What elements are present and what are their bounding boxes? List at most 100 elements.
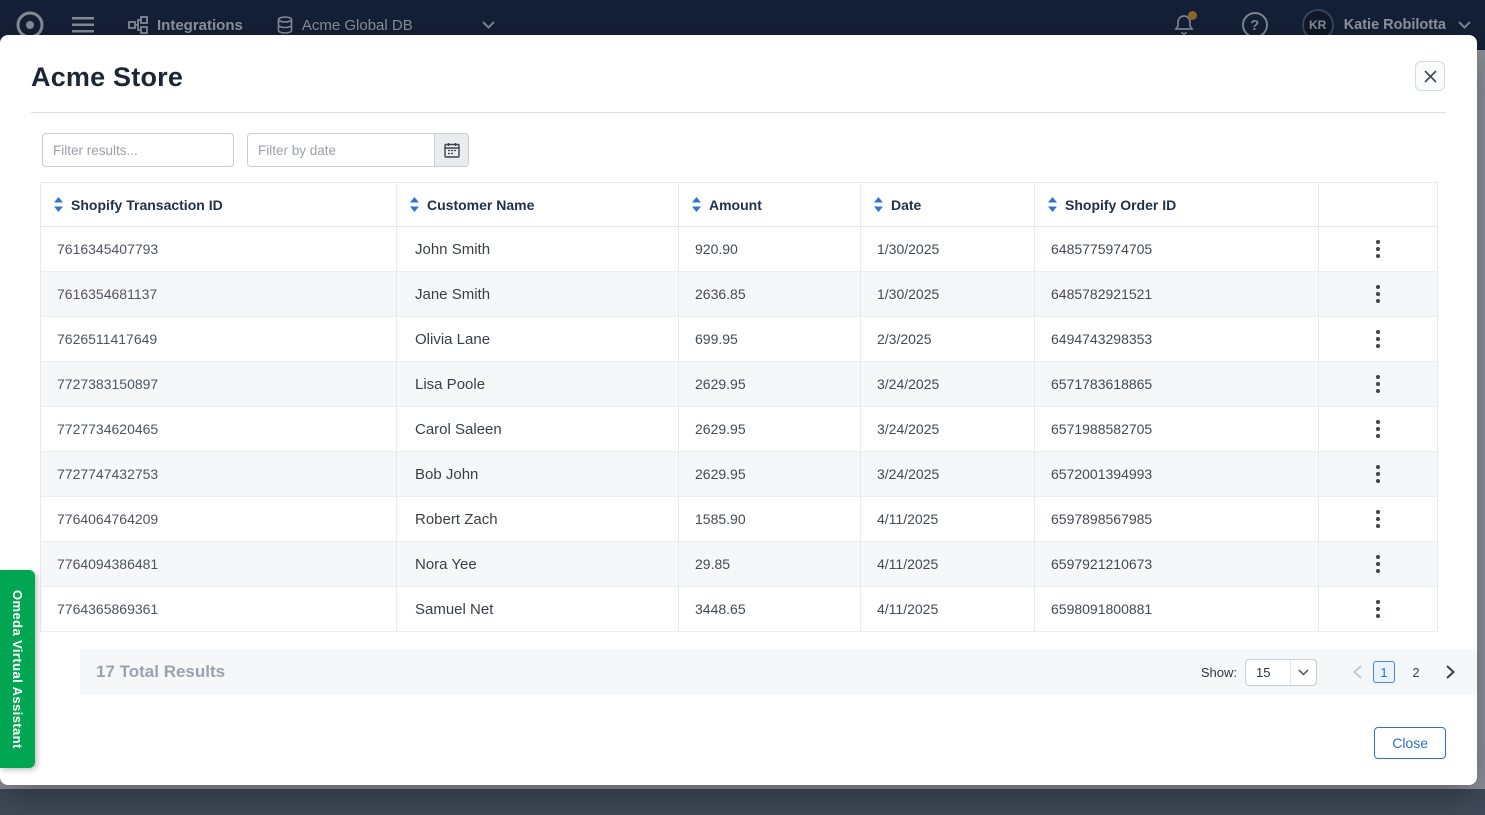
order-id-cell: 6494743298353: [1035, 317, 1319, 362]
table-footer: 17 Total Results Show: 15 1 2: [80, 649, 1477, 695]
kebab-icon: [1376, 606, 1380, 621]
column-label: Shopify Transaction ID: [71, 197, 223, 213]
column-header-date[interactable]: Date: [861, 183, 1035, 227]
date-cell: 2/3/2025: [861, 317, 1035, 362]
kebab-icon: [1376, 471, 1380, 486]
kebab-icon: [1376, 561, 1380, 576]
amount-cell: 2629.95: [679, 407, 861, 452]
modal-actions: Close: [0, 699, 1477, 785]
date-cell: 3/24/2025: [861, 452, 1035, 497]
row-menu-button[interactable]: [1366, 234, 1390, 264]
table-row: 7764094386481Nora Yee29.854/11/202565979…: [41, 542, 1438, 587]
calendar-icon: [444, 142, 460, 158]
order-id-cell: 6485775974705: [1035, 227, 1319, 272]
row-actions-cell: [1319, 587, 1438, 632]
kebab-icon: [1376, 381, 1380, 396]
date-cell: 4/11/2025: [861, 497, 1035, 542]
row-menu-button[interactable]: [1366, 504, 1390, 534]
row-menu-button[interactable]: [1366, 459, 1390, 489]
order-id-cell: 6598091800881: [1035, 587, 1319, 632]
sort-icon: [873, 197, 884, 212]
row-actions-cell: [1319, 407, 1438, 452]
amount-cell: 2629.95: [679, 362, 861, 407]
column-header-amount[interactable]: Amount: [679, 183, 861, 227]
date-cell: 3/24/2025: [861, 407, 1035, 452]
virtual-assistant-tab[interactable]: Omeda Virtual Assistant: [0, 570, 35, 768]
virtual-assistant-label: Omeda Virtual Assistant: [10, 590, 25, 749]
table-header-row: Shopify Transaction ID Customer Name Amo…: [41, 183, 1438, 227]
row-actions-cell: [1319, 452, 1438, 497]
kebab-icon: [1376, 516, 1380, 531]
customer-name-cell: Olivia Lane: [397, 317, 679, 362]
close-icon[interactable]: [1415, 61, 1445, 91]
table-row: 7727734620465Carol Saleen2629.953/24/202…: [41, 407, 1438, 452]
filter-by-date-input[interactable]: [248, 134, 434, 166]
calendar-button[interactable]: [434, 134, 468, 166]
date-cell: 1/30/2025: [861, 272, 1035, 317]
sort-icon: [53, 197, 64, 212]
header-divider: [31, 112, 1446, 113]
total-results: 17 Total Results: [96, 662, 225, 682]
show-label: Show:: [1201, 665, 1237, 680]
transaction-id-cell: 7727747432753: [41, 452, 397, 497]
table-row: 7727383150897Lisa Poole2629.953/24/20256…: [41, 362, 1438, 407]
close-button[interactable]: Close: [1374, 727, 1446, 759]
date-cell: 3/24/2025: [861, 362, 1035, 407]
kebab-icon: [1376, 336, 1380, 351]
order-id-cell: 6597898567985: [1035, 497, 1319, 542]
sort-icon: [409, 197, 420, 212]
row-actions-cell: [1319, 227, 1438, 272]
kebab-icon: [1376, 426, 1380, 441]
modal-header: Acme Store: [0, 35, 1477, 112]
column-label: Shopify Order ID: [1065, 197, 1176, 213]
row-actions-cell: [1319, 272, 1438, 317]
table-row: 7764365869361Samuel Net3448.654/11/20256…: [41, 587, 1438, 632]
amount-cell: 29.85: [679, 542, 861, 587]
table-row: 7626511417649Olivia Lane699.952/3/202564…: [41, 317, 1438, 362]
transaction-id-cell: 7764064764209: [41, 497, 397, 542]
page-size-value: 15: [1246, 665, 1290, 680]
filter-results-input[interactable]: [42, 133, 234, 167]
kebab-icon: [1376, 291, 1380, 306]
row-actions-cell: [1319, 317, 1438, 362]
chevron-down-icon: [1290, 660, 1316, 685]
row-menu-button[interactable]: [1366, 414, 1390, 444]
row-actions-cell: [1319, 542, 1438, 587]
date-cell: 4/11/2025: [861, 587, 1035, 632]
transaction-id-cell: 7727734620465: [41, 407, 397, 452]
page-size-select[interactable]: 15: [1245, 659, 1317, 686]
row-menu-button[interactable]: [1366, 279, 1390, 309]
transaction-id-cell: 7764094386481: [41, 542, 397, 587]
modal-title: Acme Store: [31, 62, 1445, 93]
row-actions-cell: [1319, 497, 1438, 542]
column-header-customer-name[interactable]: Customer Name: [397, 183, 679, 227]
row-actions-cell: [1319, 362, 1438, 407]
transaction-id-cell: 7616345407793: [41, 227, 397, 272]
page-button-2[interactable]: 2: [1405, 661, 1427, 683]
row-menu-button[interactable]: [1366, 549, 1390, 579]
next-page-button[interactable]: [1440, 661, 1461, 683]
customer-name-cell: Jane Smith: [397, 272, 679, 317]
column-header-order-id[interactable]: Shopify Order ID: [1035, 183, 1319, 227]
results-table: Shopify Transaction ID Customer Name Amo…: [40, 182, 1438, 632]
column-label: Amount: [709, 197, 762, 213]
row-menu-button[interactable]: [1366, 369, 1390, 399]
row-menu-button[interactable]: [1366, 594, 1390, 624]
acme-store-modal: Acme Store: [0, 35, 1477, 785]
prev-page-button[interactable]: [1347, 661, 1368, 683]
customer-name-cell: Bob John: [397, 452, 679, 497]
table-body: 7616345407793John Smith920.901/30/202564…: [41, 227, 1438, 632]
order-id-cell: 6571988582705: [1035, 407, 1319, 452]
page-button-1[interactable]: 1: [1373, 661, 1395, 683]
customer-name-cell: Samuel Net: [397, 587, 679, 632]
column-header-transaction-id[interactable]: Shopify Transaction ID: [41, 183, 397, 227]
customer-name-cell: Carol Saleen: [397, 407, 679, 452]
amount-cell: 920.90: [679, 227, 861, 272]
order-id-cell: 6572001394993: [1035, 452, 1319, 497]
table-row: 7727747432753Bob John2629.953/24/2025657…: [41, 452, 1438, 497]
table-row: 7616345407793John Smith920.901/30/202564…: [41, 227, 1438, 272]
transaction-id-cell: 7616354681137: [41, 272, 397, 317]
row-menu-button[interactable]: [1366, 324, 1390, 354]
column-header-actions: [1319, 183, 1438, 227]
transaction-id-cell: 7764365869361: [41, 587, 397, 632]
